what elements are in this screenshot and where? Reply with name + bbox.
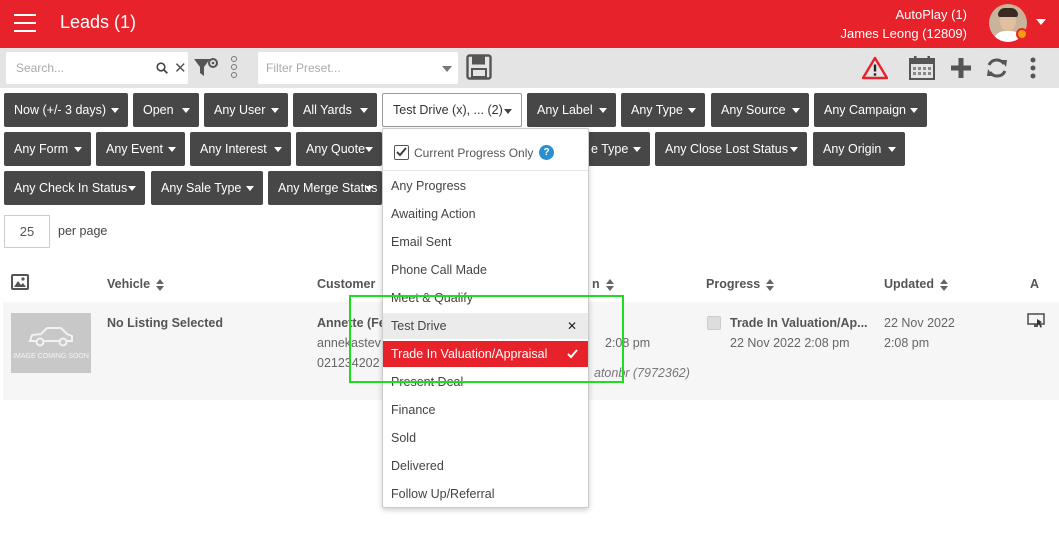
filter-sale-type[interactable]: Any Sale Type — [151, 171, 263, 205]
add-icon[interactable] — [948, 56, 974, 80]
progress-option-any[interactable]: Any Progress — [383, 173, 588, 199]
search-box: ✕ — [6, 52, 188, 84]
check-icon — [396, 147, 407, 157]
vehicle-thumbnail: IMAGE COMING SOON — [11, 313, 91, 373]
progress-checkbox[interactable] — [707, 316, 721, 330]
column-header-customer[interactable]: Customer — [317, 277, 375, 291]
progress-dropdown: Current Progress Only ? Any Progress Awa… — [382, 128, 589, 508]
monitor-icon[interactable] — [1027, 313, 1045, 329]
refresh-icon[interactable] — [984, 56, 1010, 80]
filter-check-in-status[interactable]: Any Check In Status — [4, 171, 145, 205]
search-input[interactable] — [6, 52, 146, 84]
filter-status[interactable]: Open — [133, 93, 199, 127]
user-info[interactable]: AutoPlay (1) James Leong (12809) — [841, 5, 967, 43]
progress-option-finance[interactable]: Finance — [383, 397, 588, 423]
help-icon[interactable]: ? — [539, 145, 554, 160]
filter-preset-select[interactable] — [258, 52, 458, 84]
progress-option-delivered[interactable]: Delivered — [383, 453, 588, 479]
car-icon — [28, 327, 73, 347]
sort-icon — [605, 278, 614, 291]
filter-event[interactable]: Any Event — [96, 132, 185, 166]
column-header-trailing[interactable]: A — [1030, 277, 1039, 291]
per-page-label: per page — [58, 224, 108, 238]
created-time: 2:08 pm — [605, 336, 651, 350]
per-page-input[interactable] — [4, 215, 50, 248]
customer-email[interactable]: annekastev — [317, 336, 381, 350]
filter-merge-status[interactable]: Any Merge Status — [268, 171, 382, 205]
filter-type[interactable]: Any Type — [621, 93, 705, 127]
customer-name[interactable]: Annette (Fe — [317, 316, 386, 330]
filter-label[interactable]: Any Label — [527, 93, 616, 127]
filter-user[interactable]: Any User — [204, 93, 288, 127]
filter-interest[interactable]: Any Interest — [190, 132, 291, 166]
vehicle-cell: No Listing Selected — [107, 316, 223, 330]
remove-icon[interactable]: ✕ — [567, 313, 577, 339]
filter-date[interactable]: Now (+/- 3 days) — [4, 93, 128, 127]
filter-form[interactable]: Any Form — [4, 132, 91, 166]
progress-option-present-deal[interactable]: Present Deal — [383, 369, 588, 395]
progress-stage: Trade In Valuation/Ap... — [730, 316, 868, 330]
current-progress-label: Current Progress Only — [414, 146, 534, 160]
chevron-down-icon — [442, 66, 452, 72]
clear-icon[interactable]: ✕ — [174, 59, 187, 77]
calendar-icon[interactable] — [909, 56, 935, 80]
progress-option-email-sent[interactable]: Email Sent — [383, 229, 588, 255]
sort-icon — [940, 278, 948, 291]
search-icon[interactable] — [156, 62, 168, 74]
updated-date: 22 Nov 2022 — [884, 316, 955, 330]
filter-source[interactable]: Any Source — [711, 93, 809, 127]
customer-phone[interactable]: 021234202 — [317, 356, 380, 370]
check-icon — [567, 349, 578, 359]
sort-icon — [156, 278, 165, 291]
progress-option-meet-qualify[interactable]: Meet & Qualify — [383, 285, 588, 311]
current-progress-checkbox[interactable] — [394, 145, 409, 160]
progress-time: 22 Nov 2022 2:08 pm — [730, 336, 850, 350]
current-progress-only-option[interactable]: Current Progress Only ? — [383, 129, 588, 171]
column-header-updated[interactable]: Updated — [884, 277, 948, 291]
more-vertical-icon[interactable] — [1027, 56, 1039, 80]
top-app-bar: Leads (1) AutoPlay (1) James Leong (1280… — [0, 0, 1059, 48]
menu-icon[interactable] — [14, 14, 36, 32]
page-title: Leads (1) — [60, 12, 137, 32]
column-header-fragment[interactable]: n — [592, 277, 614, 291]
save-icon[interactable] — [466, 54, 492, 80]
progress-option-test-drive[interactable]: Test Drive ✕ — [383, 313, 588, 339]
user-name: James Leong (12809) — [840, 26, 967, 41]
filter-close-lost-status[interactable]: Any Close Lost Status — [655, 132, 807, 166]
caret-down-icon[interactable] — [1036, 19, 1046, 25]
progress-option-sold[interactable]: Sold — [383, 425, 588, 451]
sort-icon — [766, 278, 775, 291]
progress-option-trade-in[interactable]: Trade In Valuation/Appraisal — [383, 341, 588, 367]
filter-campaign[interactable]: Any Campaign — [814, 93, 927, 127]
progress-option-awaiting-action[interactable]: Awaiting Action — [383, 201, 588, 227]
column-header-vehicle[interactable]: Vehicle — [107, 277, 165, 291]
filter-yard[interactable]: All Yards — [293, 93, 377, 127]
updated-time: 2:08 pm — [884, 336, 930, 350]
thumbnail-placeholder-text: IMAGE COMING SOON — [13, 353, 89, 360]
filter-quote[interactable]: Any Quote — [296, 132, 382, 166]
more-vertical-icon[interactable] — [229, 56, 239, 82]
image-icon — [11, 274, 29, 290]
status-indicator — [1016, 28, 1028, 40]
warning-icon[interactable] — [862, 56, 888, 80]
filter-origin[interactable]: Any Origin — [813, 132, 905, 166]
progress-option-follow-up[interactable]: Follow Up/Referral — [383, 481, 588, 507]
filter-preset-input[interactable] — [258, 52, 438, 84]
filter-settings-icon[interactable] — [193, 57, 219, 79]
toolbar: ✕ — [0, 48, 1059, 88]
progress-option-phone-call-made[interactable]: Phone Call Made — [383, 257, 588, 283]
assigned-note: atonbr (7972362) — [594, 366, 690, 380]
column-header-progress[interactable]: Progress — [706, 277, 775, 291]
filter-progress[interactable]: Test Drive (x), ... (2) — [382, 93, 522, 127]
account-name: AutoPlay (1) — [895, 7, 967, 22]
